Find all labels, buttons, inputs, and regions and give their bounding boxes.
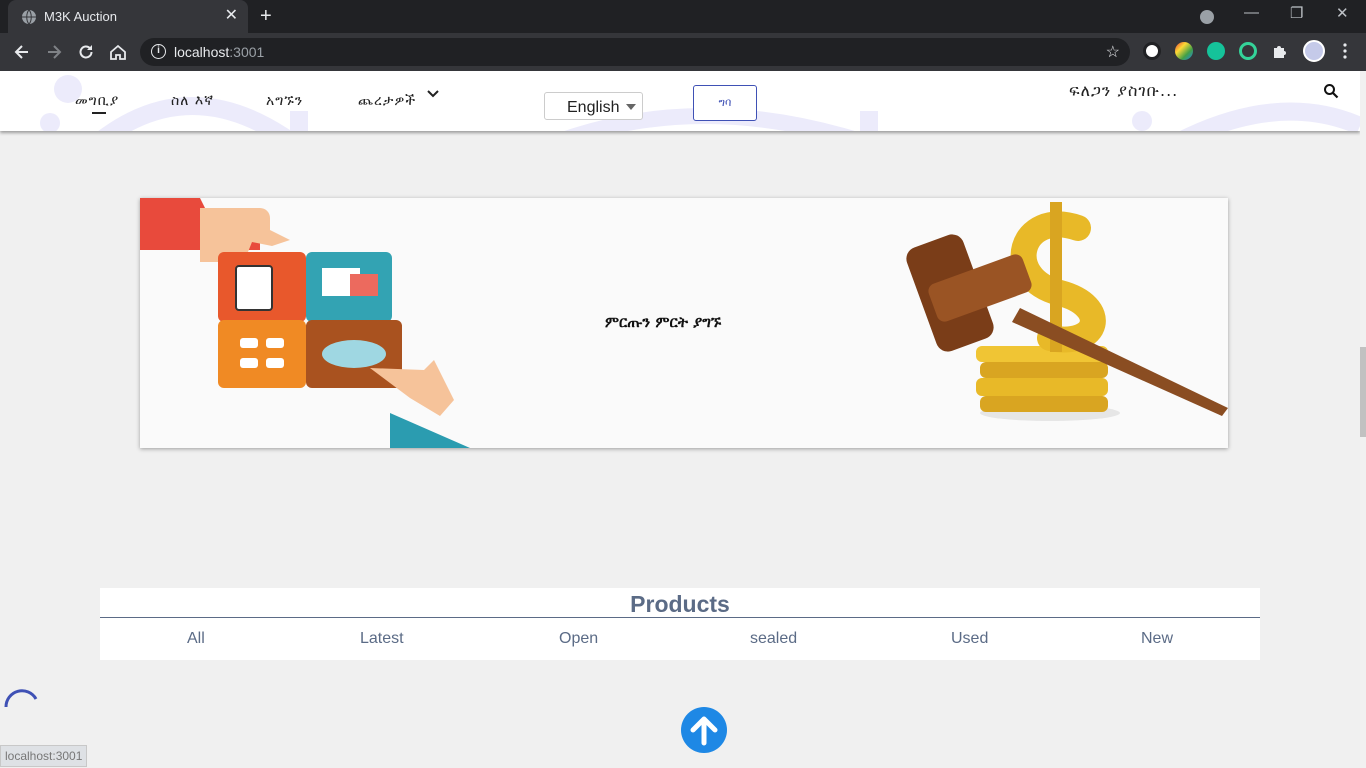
- address-bar[interactable]: i localhost:3001 ☆: [140, 38, 1130, 66]
- search-input[interactable]: ፍለጋን ያስገቡ...: [1069, 81, 1178, 101]
- restore-button[interactable]: ❐: [1290, 4, 1303, 22]
- minimize-button[interactable]: —: [1244, 4, 1259, 21]
- globe-icon: [22, 9, 36, 25]
- site-navbar: መግቢያ ስለ እኛ አግኙን ጨረታዎች English ግባ ፍለጋን ያስ…: [0, 71, 1360, 131]
- products-section: Products All Latest Open sealed Used New: [100, 588, 1260, 660]
- language-select[interactable]: English: [544, 92, 643, 120]
- hero-banner: ምርጡን ምርት ያግኙ: [140, 198, 1228, 448]
- grammarly-extension-icon[interactable]: [1207, 42, 1225, 60]
- tab-search-icon[interactable]: [1200, 10, 1214, 24]
- scroll-to-top-button[interactable]: [681, 707, 727, 753]
- page-scrollbar[interactable]: [1360, 71, 1366, 768]
- bookmark-star-icon[interactable]: ☆: [1106, 42, 1120, 62]
- forward-arrow-icon[interactable]: [44, 42, 64, 62]
- products-divider: [100, 617, 1260, 618]
- browser-toolbar: i localhost:3001 ☆: [0, 33, 1366, 71]
- caret-down-icon: [626, 104, 636, 110]
- site-info-icon[interactable]: i: [151, 44, 166, 59]
- banner-tagline: ምርጡን ምርት ያግኙ: [605, 313, 722, 331]
- nav-link-about[interactable]: ስለ እኛ: [171, 93, 214, 109]
- nav-link-contact[interactable]: አግኙን: [266, 93, 303, 109]
- products-tab-new[interactable]: New: [1141, 630, 1173, 648]
- chevron-down-icon[interactable]: [426, 89, 440, 99]
- url-port: :3001: [229, 44, 265, 60]
- wordpress-extension-icon[interactable]: [1143, 42, 1161, 60]
- puzzle-hands-illustration: [140, 198, 470, 448]
- status-bar-url: localhost:3001: [0, 745, 88, 767]
- active-link-underline: [92, 112, 106, 114]
- gavel-dollar-illustration: [906, 202, 1228, 421]
- nav-link-auctions[interactable]: ጨረታዎች: [358, 93, 416, 109]
- loading-spinner-icon: [4, 689, 38, 708]
- nav-link-home[interactable]: መግቢያ: [75, 93, 119, 109]
- url-host: localhost: [174, 44, 230, 60]
- reload-icon[interactable]: [76, 42, 96, 62]
- page-content: መግቢያ ስለ እኛ አግኙን ጨረታዎች English ግባ ፍለጋን ያስ…: [0, 71, 1360, 768]
- products-tab-all[interactable]: All: [187, 630, 205, 648]
- back-arrow-icon[interactable]: [12, 42, 32, 62]
- login-button[interactable]: ግባ: [693, 85, 757, 121]
- language-select-value: English: [567, 99, 620, 116]
- products-tab-open[interactable]: Open: [559, 630, 598, 648]
- colorful-extension-icon[interactable]: [1175, 42, 1193, 60]
- url-text: localhost:3001: [174, 44, 264, 60]
- puzzle-extensions-icon[interactable]: [1271, 42, 1289, 60]
- profile-avatar[interactable]: [1303, 40, 1325, 62]
- tab-title: M3K Auction: [44, 9, 117, 24]
- new-tab-button[interactable]: +: [260, 5, 272, 27]
- search-icon[interactable]: [1323, 83, 1339, 99]
- products-tab-latest[interactable]: Latest: [360, 630, 404, 648]
- browser-tab-bar: M3K Auction ✕ + — ❐ ✕: [0, 0, 1366, 33]
- browser-tab[interactable]: M3K Auction ✕: [8, 0, 248, 33]
- home-icon[interactable]: [108, 42, 128, 62]
- tab-close-icon[interactable]: ✕: [225, 7, 238, 25]
- products-tab-used[interactable]: Used: [951, 630, 988, 648]
- menu-kebab-icon[interactable]: [1336, 42, 1354, 60]
- window-close-button[interactable]: ✕: [1336, 4, 1349, 22]
- products-title: Products: [630, 591, 730, 617]
- products-tab-sealed[interactable]: sealed: [750, 630, 797, 648]
- scrollbar-thumb[interactable]: [1360, 347, 1366, 437]
- record-extension-icon[interactable]: [1239, 42, 1257, 60]
